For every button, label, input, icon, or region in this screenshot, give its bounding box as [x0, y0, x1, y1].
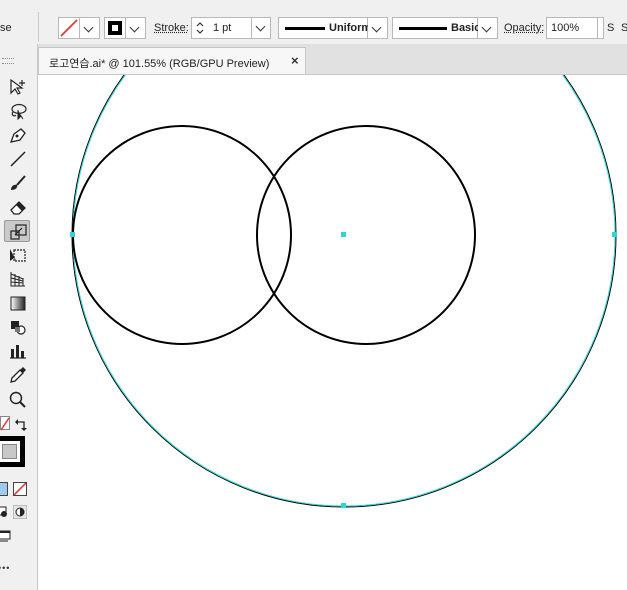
- anchor-point-bottom: [341, 503, 346, 508]
- basic-brush-preview: [399, 27, 447, 30]
- fill-color-box[interactable]: [2, 444, 17, 459]
- shape-builder-tool[interactable]: [4, 316, 30, 338]
- paintbrush-icon: [11, 175, 26, 190]
- brush-definition[interactable]: Basic: [392, 17, 481, 39]
- uniform-stroke-preview: [285, 27, 325, 30]
- stroke-swatch[interactable]: [104, 17, 126, 39]
- profile-dropdown[interactable]: [368, 17, 388, 39]
- center-point: [341, 232, 346, 237]
- zoom-icon: [9, 391, 26, 408]
- color-mode-icon[interactable]: [0, 482, 8, 496]
- chevron-down-icon: [481, 22, 492, 33]
- column-graph-tool[interactable]: [4, 340, 30, 362]
- eyedropper-tool[interactable]: [4, 364, 30, 386]
- large-circle-selection: [72, 75, 616, 507]
- document-tab-strip: 로고연습.ai* @ 101.55% (RGB/GPU Preview) ×: [38, 44, 627, 75]
- control-bar: se Stroke: 1 pt Uniform Basic Opacity: 1…: [0, 0, 627, 45]
- line-segment-tool[interactable]: [4, 148, 30, 170]
- free-transform-icon: [10, 249, 26, 262]
- scale-tool[interactable]: [4, 220, 30, 242]
- perspective-grid-icon: [10, 272, 25, 287]
- chevron-down-icon: [255, 21, 266, 32]
- panel-grip[interactable]: [2, 58, 14, 64]
- artwork: [70, 75, 617, 508]
- document-tab-title[interactable]: 로고연습.ai* @ 101.55% (RGB/GPU Preview): [49, 55, 269, 71]
- anchor-point-right: [612, 232, 617, 237]
- fill-dropdown[interactable]: [80, 17, 100, 39]
- lasso-tool[interactable]: [4, 100, 30, 122]
- gradient-icon: [10, 296, 26, 311]
- opacity-field[interactable]: 100%: [546, 17, 598, 39]
- perspective-grid-tool[interactable]: [4, 268, 30, 290]
- stroke-color-icon: [108, 21, 122, 35]
- lasso-icon: [11, 103, 27, 120]
- default-fill-stroke-icon[interactable]: [0, 416, 10, 431]
- draw-normal-icon[interactable]: [0, 505, 10, 519]
- opacity-dropdown[interactable]: [598, 17, 604, 39]
- stroke-label[interactable]: Stroke:: [154, 22, 189, 34]
- paintbrush-tool[interactable]: [4, 172, 30, 194]
- free-transform-tool[interactable]: [4, 244, 30, 266]
- clipped-label: se: [0, 22, 12, 34]
- edit-toolbar-icon[interactable]: •••: [0, 563, 10, 573]
- opacity-label[interactable]: Opacity:: [504, 22, 544, 34]
- style-label-clipped[interactable]: S: [607, 22, 614, 34]
- anchor-point-left: [70, 232, 75, 237]
- stroke-color-box[interactable]: [0, 436, 25, 467]
- eraser-tool[interactable]: [4, 196, 30, 218]
- scale-icon: [10, 224, 27, 240]
- direct-selection-icon: [10, 78, 25, 95]
- eraser-icon: [10, 201, 26, 215]
- draw-behind-icon[interactable]: [13, 505, 27, 519]
- shape-builder-icon: [11, 321, 26, 335]
- variable-width-profile[interactable]: Uniform: [278, 17, 372, 39]
- right-circle: [256, 125, 476, 345]
- pen-tool[interactable]: [4, 124, 30, 146]
- direct-selection-tool[interactable]: [4, 76, 30, 98]
- stroke-dropdown[interactable]: [126, 17, 146, 39]
- zoom-tool[interactable]: [4, 388, 30, 410]
- chevron-down-icon: [371, 22, 382, 33]
- fill-swatch[interactable]: [58, 17, 80, 39]
- fill-none-icon: [60, 19, 78, 37]
- gradient-tool[interactable]: [4, 292, 30, 314]
- opacity-value[interactable]: 100%: [551, 22, 579, 34]
- eyedropper-icon: [10, 367, 26, 383]
- tools-panel: •••: [0, 44, 38, 590]
- brush-label: Basic: [451, 22, 481, 34]
- left-circle: [72, 125, 292, 345]
- document-tab[interactable]: 로고연습.ai* @ 101.55% (RGB/GPU Preview) ×: [38, 47, 306, 74]
- stroke-weight-dropdown[interactable]: [251, 17, 272, 39]
- pen-icon: [9, 128, 26, 143]
- brush-dropdown[interactable]: [478, 17, 498, 39]
- close-tab-icon[interactable]: ×: [291, 53, 299, 68]
- divider: [38, 12, 39, 42]
- none-mode-icon[interactable]: [13, 482, 27, 496]
- swap-fill-stroke-icon[interactable]: [14, 418, 28, 432]
- line-segment-icon: [10, 151, 26, 167]
- stroke-weight-field[interactable]: 1 pt: [191, 17, 271, 39]
- stroke-weight-value[interactable]: 1 pt: [213, 22, 231, 34]
- stepper-icon[interactable]: [195, 20, 205, 36]
- screen-mode-icon[interactable]: [0, 530, 11, 542]
- artboard-canvas[interactable]: [38, 75, 627, 590]
- style-label-clipped-2[interactable]: S: [621, 22, 627, 34]
- chevron-down-icon: [129, 22, 140, 33]
- column-graph-icon: [10, 345, 26, 359]
- large-circle-path: [71, 75, 617, 508]
- profile-label: Uniform: [329, 22, 372, 34]
- chevron-down-icon: [83, 22, 94, 33]
